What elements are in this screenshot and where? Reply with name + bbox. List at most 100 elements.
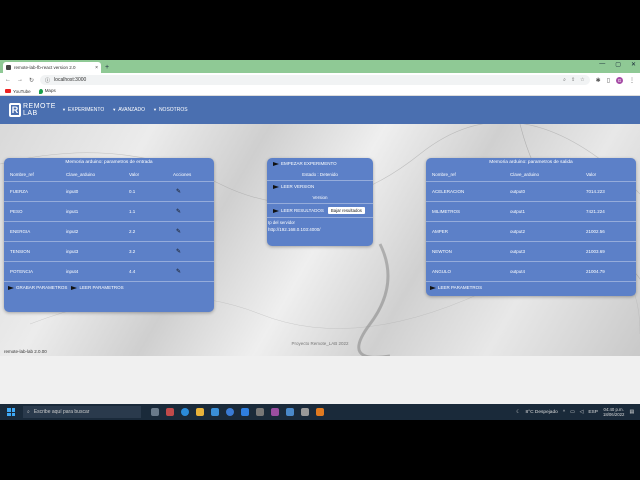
- vscode-icon[interactable]: [241, 408, 249, 416]
- vlc-icon[interactable]: [316, 408, 324, 416]
- chevron-down-icon: ▼: [152, 107, 157, 112]
- profile-avatar[interactable]: G: [616, 76, 623, 84]
- edit-pencil-icon[interactable]: ✎: [176, 268, 181, 275]
- letterbox-bottom: [0, 420, 640, 480]
- folder-icon[interactable]: [196, 408, 204, 416]
- cell-value: 7421.224: [586, 209, 605, 214]
- weather-icon: ☾: [516, 409, 521, 415]
- chrome-icon[interactable]: [226, 408, 234, 416]
- table-row: MILIMETROS output1 7421.224: [426, 201, 636, 221]
- send-icon: [273, 208, 279, 213]
- app-icon[interactable]: [286, 408, 294, 416]
- letterbox-top: [0, 0, 640, 60]
- download-results-button[interactable]: Bajar resultados: [327, 207, 365, 214]
- edge-icon[interactable]: [181, 408, 189, 416]
- cell-value: 1.1: [129, 209, 136, 214]
- save-params-button[interactable]: GRABAR PARAMETROS: [8, 285, 67, 290]
- clock[interactable]: 04:40 p.m. 18/06/2022: [603, 407, 625, 417]
- cell-value: 3.2: [129, 249, 136, 254]
- forward-icon[interactable]: →: [17, 77, 23, 83]
- table-row: FUERZA input0 0.1 ✎: [4, 181, 214, 201]
- tab-close-icon[interactable]: ×: [95, 65, 98, 71]
- app-icon[interactable]: [271, 408, 279, 416]
- logo-line2: LAB: [23, 110, 38, 117]
- app-icon[interactable]: [166, 408, 174, 416]
- input-panel-title: Memoria arduino: parametros de entrada: [65, 160, 153, 165]
- cell-value: 2.2: [129, 229, 136, 234]
- bookmark-maps[interactable]: Maps: [38, 88, 56, 94]
- read-output-params-button[interactable]: LEER PARAMETROS: [430, 285, 482, 290]
- edit-pencil-icon[interactable]: ✎: [176, 248, 181, 255]
- back-icon[interactable]: ←: [5, 77, 11, 83]
- cell-value: 21004.79: [586, 269, 605, 274]
- version-label: Version: [312, 195, 328, 200]
- extensions-icon[interactable]: ✱: [596, 77, 601, 84]
- maximize-icon[interactable]: ▢: [615, 61, 621, 68]
- taskbar-apps: [151, 408, 324, 416]
- read-version-button[interactable]: LEER VERSION: [267, 180, 373, 192]
- control-panel: EMPEZAR EXPERIMENTO Estado : Detenido LE…: [267, 158, 373, 246]
- cell-name: FUERZA: [10, 189, 28, 194]
- zoom-icon[interactable]: ⌕: [563, 77, 566, 83]
- send-icon: [273, 161, 279, 166]
- app-icon[interactable]: [301, 408, 309, 416]
- output-actions: LEER PARAMETROS: [426, 281, 636, 293]
- table-row: ACELERACION output0 7014.223: [426, 181, 636, 201]
- language-indicator[interactable]: ESP: [588, 410, 598, 415]
- close-window-icon[interactable]: ✕: [631, 61, 636, 68]
- task-view-icon[interactable]: [151, 408, 159, 416]
- edit-pencil-icon[interactable]: ✎: [176, 188, 181, 195]
- network-icon[interactable]: ▭: [570, 410, 575, 415]
- share-icon[interactable]: ⇪: [571, 77, 575, 83]
- menu-icon[interactable]: ⋮: [629, 77, 635, 84]
- sidebar-icon[interactable]: ▯: [607, 77, 610, 84]
- edit-pencil-icon[interactable]: ✎: [176, 208, 181, 215]
- youtube-icon: [5, 89, 11, 94]
- bookmark-youtube[interactable]: YouTube: [5, 89, 31, 94]
- browser-tab[interactable]: remote-lab-fb-react version 2.0 ×: [3, 62, 101, 73]
- reload-icon[interactable]: ↻: [29, 77, 34, 84]
- url-input[interactable]: ⓘ localhost:3000 ⌕ ⇪ ☆: [40, 75, 590, 85]
- table-row: AMPER output2 21002.56: [426, 221, 636, 241]
- taskbar-search-input[interactable]: ⌕ Escribe aquí para buscar: [23, 406, 141, 418]
- read-results-button[interactable]: LEER RESULTADOS: [273, 208, 324, 213]
- windows-start-icon[interactable]: [7, 408, 15, 416]
- table-row: NEWTON output3 21003.69: [426, 241, 636, 261]
- search-icon: ⌕: [27, 409, 30, 415]
- app-version: remote-lab-lab 2.0.00: [4, 349, 47, 354]
- volume-icon[interactable]: ◁: [580, 410, 584, 415]
- main-nav: ▼ EXPERIMENTO ▼ AVANZADO ▼ NOSOTROS: [62, 107, 188, 113]
- new-tab-button[interactable]: +: [105, 62, 109, 73]
- table-row: ANGULO output4 21004.79: [426, 261, 636, 281]
- maps-icon: [38, 88, 43, 94]
- tab-strip: remote-lab-fb-react version 2.0 × + — ▢ …: [0, 60, 640, 73]
- weather-text[interactable]: 8°C Despejado: [525, 410, 557, 415]
- url-text: localhost:3000: [54, 77, 87, 83]
- nav-nosotros[interactable]: ▼ NOSOTROS: [153, 107, 188, 113]
- notifications-icon[interactable]: ▤: [629, 410, 634, 415]
- cell-value: 4.4: [129, 269, 136, 274]
- col-header-name: Nombre_ref: [432, 172, 456, 177]
- nav-experimento[interactable]: ▼ EXPERIMENTO: [62, 107, 104, 113]
- tray-chevron-icon[interactable]: ^: [563, 410, 565, 415]
- clock-date: 18/06/2022: [602, 412, 625, 417]
- minimize-icon[interactable]: —: [599, 61, 605, 68]
- nav-avanzado[interactable]: ▼ AVANZADO: [112, 107, 145, 113]
- cell-key: output4: [510, 269, 526, 274]
- read-params-button[interactable]: LEER PARAMETROS: [71, 285, 124, 290]
- store-icon[interactable]: [211, 408, 219, 416]
- star-icon[interactable]: ☆: [580, 77, 584, 83]
- server-ip-value[interactable]: http://192.168.0.103:4000/: [267, 227, 373, 234]
- cell-value: 0.1: [129, 189, 136, 194]
- search-placeholder: Escribe aquí para buscar: [33, 409, 90, 415]
- app-icon[interactable]: [256, 408, 264, 416]
- start-experiment-button[interactable]: EMPEZAR EXPERIMENTO: [267, 158, 373, 169]
- cell-key: output3: [510, 249, 526, 254]
- cell-key: output1: [510, 209, 526, 214]
- app-logo[interactable]: R REMOTE LAB: [9, 103, 56, 117]
- cell-value: 21003.69: [586, 249, 605, 254]
- table-row: PESO input1 1.1 ✎: [4, 201, 214, 221]
- edit-pencil-icon[interactable]: ✎: [176, 228, 181, 235]
- input-actions: GRABAR PARAMETROS LEER PARAMETROS: [4, 281, 214, 293]
- tab-title: remote-lab-fb-react version 2.0: [14, 65, 76, 70]
